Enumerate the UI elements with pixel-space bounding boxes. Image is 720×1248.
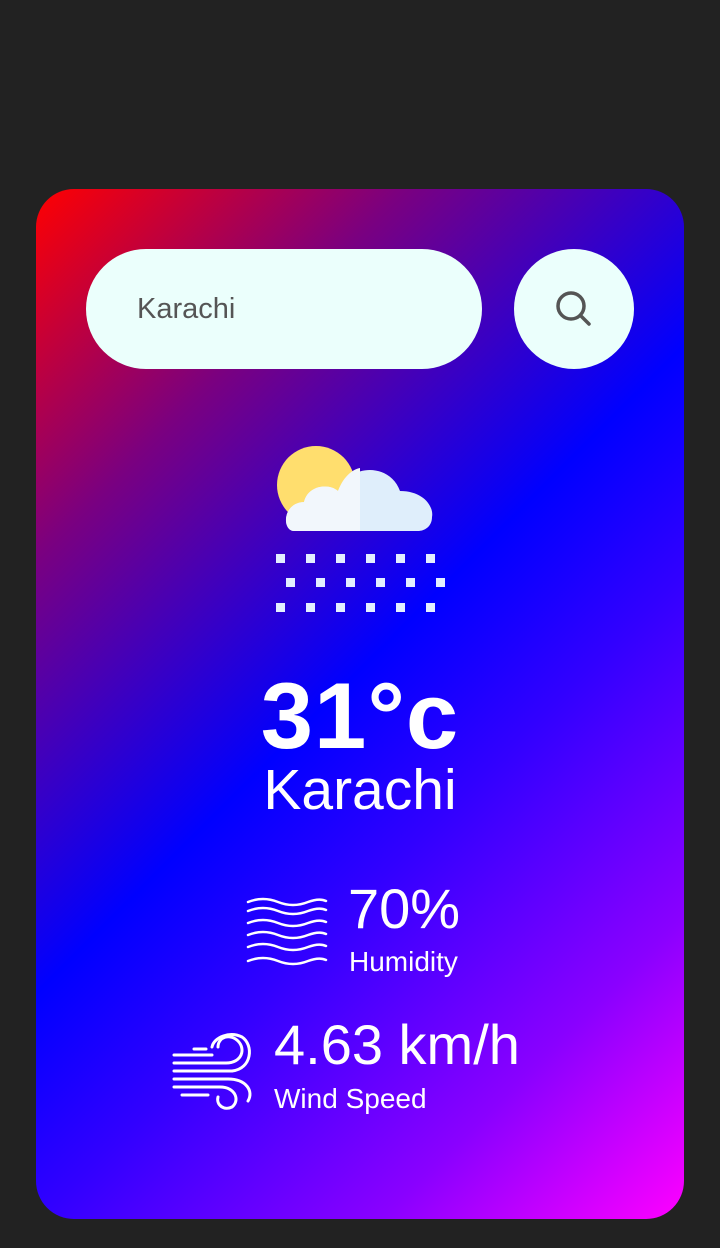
- city-name: Karachi: [263, 758, 457, 822]
- search-button[interactable]: [514, 249, 634, 369]
- wind-speed-label: Wind Speed: [274, 1083, 427, 1114]
- temperature-value: 31°c: [260, 663, 460, 768]
- search-icon: [556, 291, 591, 326]
- sun-cloud-snow-icon: [276, 446, 445, 612]
- weather-card: 31°c Karachi 70% Humidity 4.63 km/h Wind…: [36, 189, 684, 1219]
- search-input[interactable]: [86, 249, 482, 369]
- humidity-value: 70%: [348, 877, 461, 940]
- humidity-waves-icon: [246, 897, 328, 966]
- wind-speed-value: 4.63 km/h: [274, 1013, 520, 1076]
- wind-icon: [172, 1033, 252, 1110]
- humidity-label: Humidity: [349, 946, 458, 977]
